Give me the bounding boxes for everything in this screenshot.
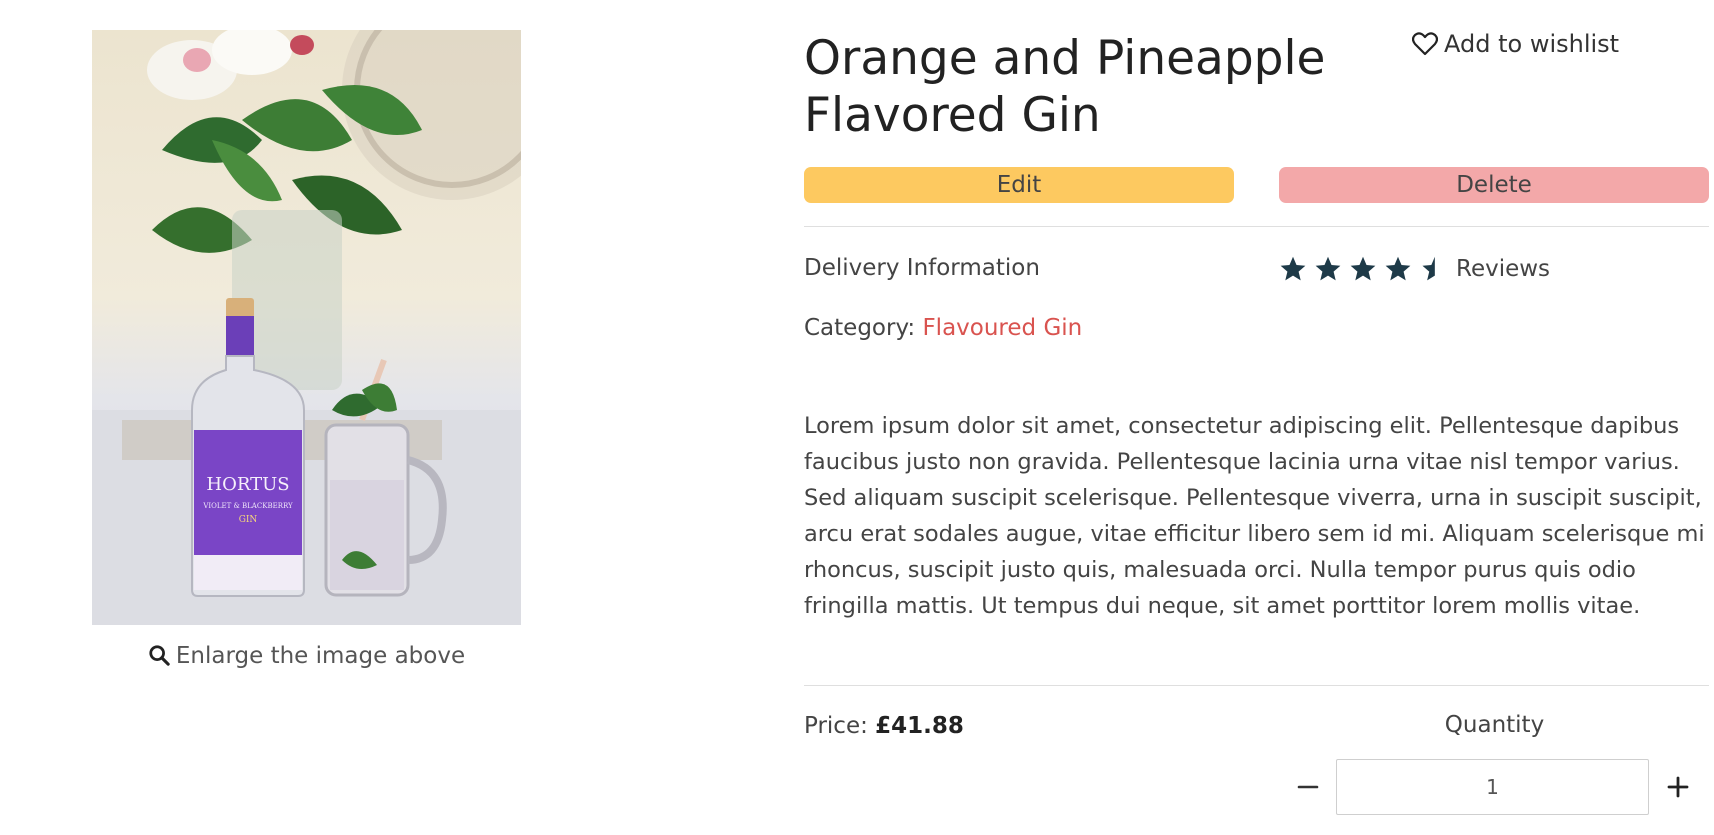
add-to-wishlist-link[interactable]: Add to wishlist [1411,30,1620,58]
price-row: Price: £41.88 [804,713,964,739]
category-label: Category: [804,315,916,341]
rating-stars[interactable]: Reviews [1279,252,1550,286]
enlarge-label: Enlarge the image above [175,643,466,669]
reviews-link[interactable]: Reviews [1456,256,1550,282]
category-row: Category: Flavoured Gin [804,315,1082,341]
bottle-sub-text: VIOLET & BLACKBERRY [202,502,293,510]
quantity-label: Quantity [1444,712,1545,738]
star-icon [1350,256,1376,281]
edit-button[interactable]: Edit [804,167,1234,203]
star-icon [1315,256,1341,281]
heart-outline-icon [1411,32,1439,56]
category-link[interactable]: Flavoured Gin [922,315,1082,341]
product-title: Orange and Pineapple Flavored Gin [804,31,1326,143]
price-value: £41.88 [875,713,964,739]
minus-icon [1297,785,1319,789]
product-photo-illustration: HORTUS VIOLET & BLACKBERRY GIN [92,30,521,625]
price-label: Price: [804,713,868,739]
divider [804,685,1709,686]
bottle-brand-text: HORTUS [206,474,289,495]
product-image[interactable]: HORTUS VIOLET & BLACKBERRY GIN [92,30,521,625]
delivery-information-link[interactable]: Delivery Information [804,255,1040,281]
divider [804,226,1709,227]
wishlist-label: Add to wishlist [1444,30,1620,58]
star-icon [1280,256,1306,281]
enlarge-image-link[interactable]: Enlarge the image above [92,643,521,669]
quantity-increment-button[interactable] [1658,759,1698,815]
star-icon [1385,256,1411,281]
product-description: Lorem ipsum dolor sit amet, consectetur … [804,413,1705,619]
search-icon [149,645,170,666]
quantity-input[interactable] [1336,759,1649,815]
plus-icon [1667,776,1689,798]
bottle-gin-text: GIN [239,515,258,525]
quantity-decrement-button[interactable] [1288,759,1328,815]
delete-button[interactable]: Delete [1279,167,1709,203]
star-half-icon [1422,256,1435,281]
product-image-column: HORTUS VIOLET & BLACKBERRY GIN Enlarge t… [92,30,521,669]
